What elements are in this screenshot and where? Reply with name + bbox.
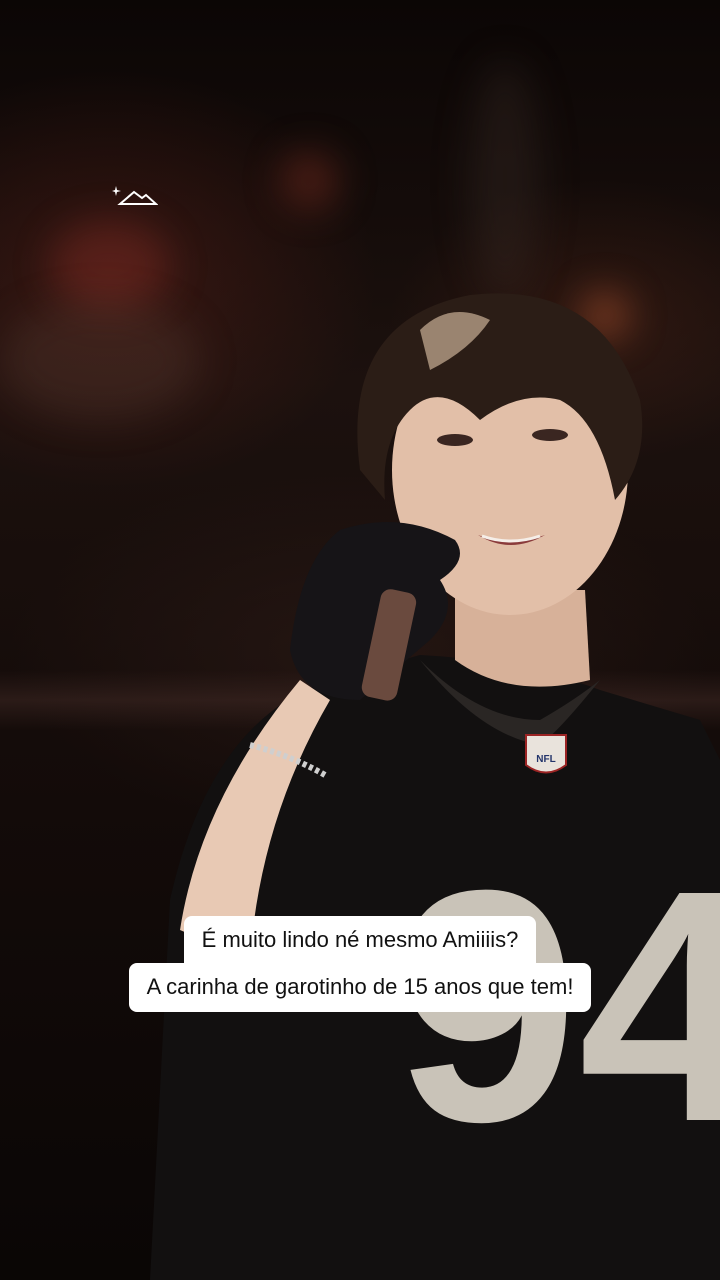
caption: É muito lindo né mesmo Amiiiis? A carinh… [0,916,720,1012]
performer-figure: NFL 94 [150,293,720,1280]
sparkle-mountain-icon [112,186,158,205]
video-frame[interactable]: NFL 94 É muito lindo né mesmo Amiiiis? A… [0,0,720,1280]
caption-line-2: A carinha de garotinho de 15 anos que te… [128,963,592,1012]
svg-text:NFL: NFL [536,754,555,765]
caption-line-1: É muito lindo né mesmo Amiiiis? [183,916,537,965]
